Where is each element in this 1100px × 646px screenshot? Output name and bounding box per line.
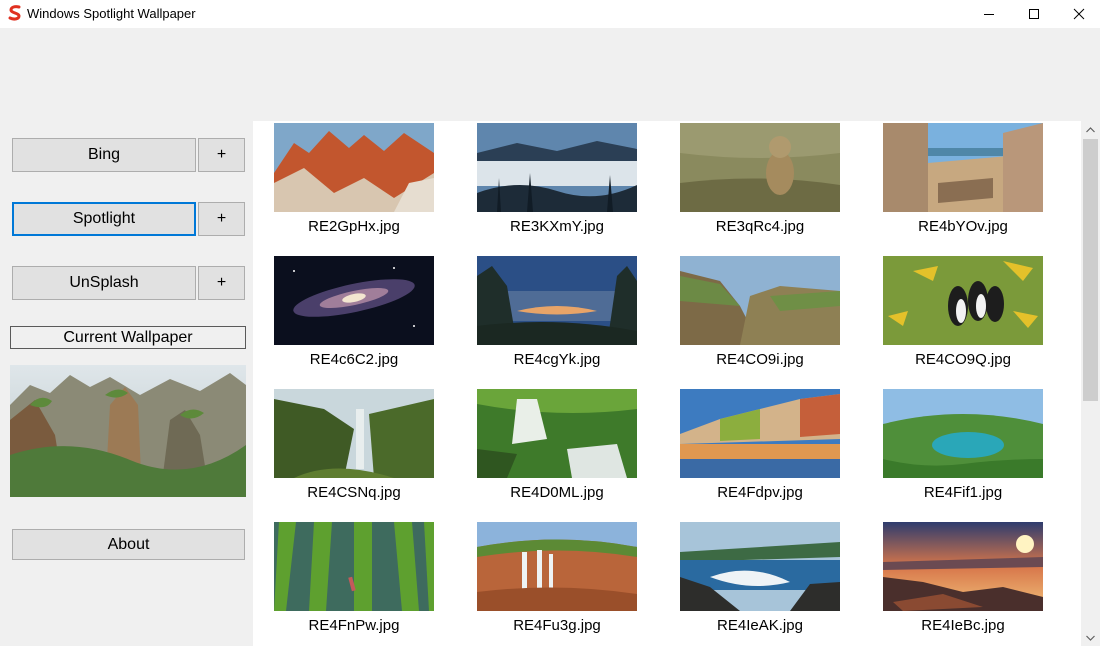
thumbnail-re4fif1[interactable] (883, 389, 1043, 478)
thumbnail-caption: RE2GpHx.jpg (308, 218, 400, 235)
thumbnail-re4co9q[interactable] (883, 256, 1043, 345)
window-title: Windows Spotlight Wallpaper (27, 6, 196, 21)
add-unsplash-button[interactable]: + (198, 266, 245, 300)
current-wallpaper-preview (10, 365, 246, 497)
thumbnail-re4byov[interactable] (883, 123, 1043, 212)
close-icon (1073, 8, 1085, 20)
thumbnail-caption: RE4IeAK.jpg (717, 617, 803, 634)
thumbnail-caption: RE4c6C2.jpg (309, 351, 399, 368)
thumbnail-caption: RE4bYOv.jpg (918, 218, 1008, 235)
thumbnail-re4cgyk[interactable] (477, 256, 637, 345)
thumbnail-re4d0ml[interactable] (477, 389, 637, 478)
thumbnail-re4iebc[interactable] (883, 522, 1043, 611)
vertical-scrollbar[interactable] (1081, 121, 1100, 646)
add-spotlight-button[interactable]: + (198, 202, 245, 236)
thumbnail-caption: RE3qRc4.jpg (715, 218, 805, 235)
thumbnail-caption: RE4cgYk.jpg (513, 351, 601, 368)
unsplash-button[interactable]: UnSplash (12, 266, 196, 300)
thumbnail-re3qrc4[interactable] (680, 123, 840, 212)
scrollbar-thumb[interactable] (1083, 139, 1098, 401)
chevron-up-icon (1086, 126, 1095, 132)
thumbnail-re4co9i[interactable] (680, 256, 840, 345)
chevron-down-icon (1086, 635, 1095, 641)
thumbnail-re4fnpw[interactable] (274, 522, 434, 611)
thumbnail-re4fu3g[interactable] (477, 522, 637, 611)
bing-button[interactable]: Bing (12, 138, 196, 172)
scroll-up-button[interactable] (1081, 121, 1100, 138)
wallpaper-gallery: RE2GpHx.jpg RE3KXmY.jpg RE3qRc4.jpg RE4b… (253, 121, 1081, 646)
thumbnail-caption: RE4Fdpv.jpg (717, 484, 803, 501)
thumbnail-caption: RE4IeBc.jpg (921, 617, 1005, 634)
maximize-button[interactable] (1011, 0, 1057, 28)
thumbnail-re4csnq[interactable] (274, 389, 434, 478)
thumbnail-caption: RE4Fif1.jpg (923, 484, 1003, 501)
close-button[interactable] (1056, 0, 1100, 28)
scroll-down-button[interactable] (1081, 629, 1100, 646)
add-bing-button[interactable]: + (198, 138, 245, 172)
thumbnail-re3kxmy[interactable] (477, 123, 637, 212)
thumbnail-re4c6c2[interactable] (274, 256, 434, 345)
title-bar: Windows Spotlight Wallpaper (0, 0, 1100, 28)
thumbnail-re4fdpv[interactable] (680, 389, 840, 478)
thumbnail-caption: RE4FnPw.jpg (308, 617, 400, 634)
thumbnail-caption: RE4Fu3g.jpg (513, 617, 601, 634)
minimize-button[interactable] (966, 0, 1012, 28)
maximize-icon (1029, 9, 1039, 19)
minimize-icon (984, 14, 994, 15)
thumbnail-re4ieak[interactable] (680, 522, 840, 611)
spotlight-button[interactable]: Spotlight (12, 202, 196, 236)
thumbnail-caption: RE4CO9Q.jpg (915, 351, 1011, 368)
thumbnail-re2gphx[interactable] (274, 123, 434, 212)
thumbnail-caption: RE4D0ML.jpg (510, 484, 604, 501)
thumbnail-caption: RE4CSNq.jpg (307, 484, 401, 501)
app-logo-icon (8, 5, 21, 21)
thumbnail-caption: RE3KXmY.jpg (510, 218, 604, 235)
thumbnail-caption: RE4CO9i.jpg (716, 351, 804, 368)
about-button[interactable]: About (12, 529, 245, 560)
current-wallpaper-label: Current Wallpaper (10, 326, 246, 349)
